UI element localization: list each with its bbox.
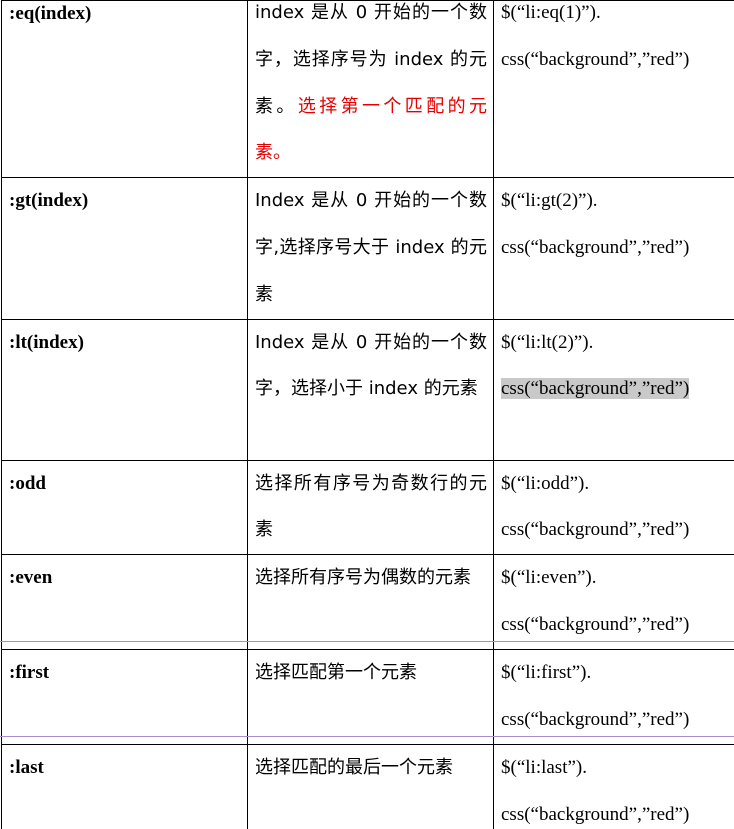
code-line-1: $(“li:gt(2)”). xyxy=(501,190,598,212)
selector-cell: :first xyxy=(1,648,248,745)
example-code-cell: $(“li:even”). css(“background”,”red”) xyxy=(493,554,734,650)
code-line-2: css(“background”,”red”) xyxy=(501,366,734,413)
jquery-filter-selector-table: :eq(index) index 是从 0 开始的一个数字，选择序号为 inde… xyxy=(1,0,734,829)
selector-name: :first xyxy=(9,661,50,683)
code-line-2: css(“background”,”red”) xyxy=(501,48,690,70)
row-divider-accent xyxy=(0,736,734,737)
description-text: 选择所有序号为偶数的元素 xyxy=(255,567,471,589)
example-code-cell: $(“li:eq(1)”). css(“background”,”red”) xyxy=(493,0,734,179)
selected-text-highlight: css(“background”,”red”) xyxy=(501,378,690,400)
table-row: :odd 选择所有序号为奇数行的元素 $(“li:odd”). css(“bac… xyxy=(1,459,734,556)
description-cell: index 是从 0 开始的一个数字，选择序号为 index 的元素。选择第一个… xyxy=(247,0,494,179)
selector-cell: :odd xyxy=(1,459,248,556)
document-page: :eq(index) index 是从 0 开始的一个数字，选择序号为 inde… xyxy=(0,0,734,829)
selector-name: :odd xyxy=(9,472,46,494)
code-line-2: css(“background”,”red”) xyxy=(501,519,690,541)
example-code-cell: $(“li:first”). css(“background”,”red”) xyxy=(493,648,734,745)
example-code-cell: $(“li:last”). css(“background”,”red”) xyxy=(493,743,734,829)
code-line-1: $(“li:even”). xyxy=(501,567,597,589)
table-row: :gt(index) Index 是从 0 开始的一个数字,选择序号大于 ind… xyxy=(1,177,734,320)
code-line-1: $(“li:odd”). xyxy=(501,472,590,494)
code-line-1: $(“li:eq(1)”). xyxy=(501,2,601,23)
description-text: Index 是从 0 开始的一个数字,选择序号大于 index 的元素 xyxy=(255,190,487,305)
table-row: :last 选择匹配的最后一个元素 $(“li:last”). css(“bac… xyxy=(1,743,734,829)
description-cell: 选择匹配第一个元素 xyxy=(247,648,494,745)
selector-cell: :even xyxy=(1,554,248,650)
table-row: :eq(index) index 是从 0 开始的一个数字，选择序号为 inde… xyxy=(1,0,734,179)
code-line-1: $(“li:first”). xyxy=(501,661,592,683)
description-text: 选择匹配第一个元素 xyxy=(255,661,417,683)
description-cell: 选择所有序号为偶数的元素 xyxy=(247,554,494,650)
selector-cell: :eq(index) xyxy=(1,0,248,179)
table-row: :even 选择所有序号为偶数的元素 $(“li:even”). css(“ba… xyxy=(1,554,734,650)
description-text: 选择匹配的最后一个元素 xyxy=(255,756,453,778)
row-divider-accent xyxy=(0,641,734,642)
description-cell: Index 是从 0 开始的一个数字,选择序号大于 index 的元素 xyxy=(247,177,494,320)
description-text: Index 是从 0 开始的一个数字，选择小于 index 的元素 xyxy=(255,331,487,400)
code-line-2: css(“background”,”red”) xyxy=(501,236,690,258)
description-cell: Index 是从 0 开始的一个数字，选择小于 index 的元素 xyxy=(247,318,494,461)
table-row: :lt(index) Index 是从 0 开始的一个数字，选择小于 index… xyxy=(1,318,734,461)
selector-name: :eq(index) xyxy=(9,3,92,24)
example-code-cell: $(“li:odd”). css(“background”,”red”) xyxy=(493,459,734,556)
table-row: :first 选择匹配第一个元素 $(“li:first”). css(“bac… xyxy=(1,648,734,745)
selector-name: :last xyxy=(9,756,44,778)
example-code-cell: $(“li:gt(2)”). css(“background”,”red”) xyxy=(493,177,734,320)
code-line-1: $(“li:lt(2)”). xyxy=(501,331,594,353)
code-line-2: css(“background”,”red”) xyxy=(501,803,690,825)
selector-cell: :gt(index) xyxy=(1,177,248,320)
code-line-1: $(“li:last”). xyxy=(501,756,587,778)
selector-name: :even xyxy=(9,567,53,589)
description-cell: 选择匹配的最后一个元素 xyxy=(247,743,494,829)
selector-cell: :last xyxy=(1,743,248,829)
example-code-cell: $(“li:lt(2)”). css(“background”,”red”) xyxy=(493,318,734,461)
selector-name: :gt(index) xyxy=(9,190,89,212)
selector-cell: :lt(index) xyxy=(1,318,248,461)
description-text: 选择所有序号为奇数行的元素 xyxy=(255,472,487,541)
selector-name: :lt(index) xyxy=(9,331,84,353)
description-cell: 选择所有序号为奇数行的元素 xyxy=(247,459,494,556)
